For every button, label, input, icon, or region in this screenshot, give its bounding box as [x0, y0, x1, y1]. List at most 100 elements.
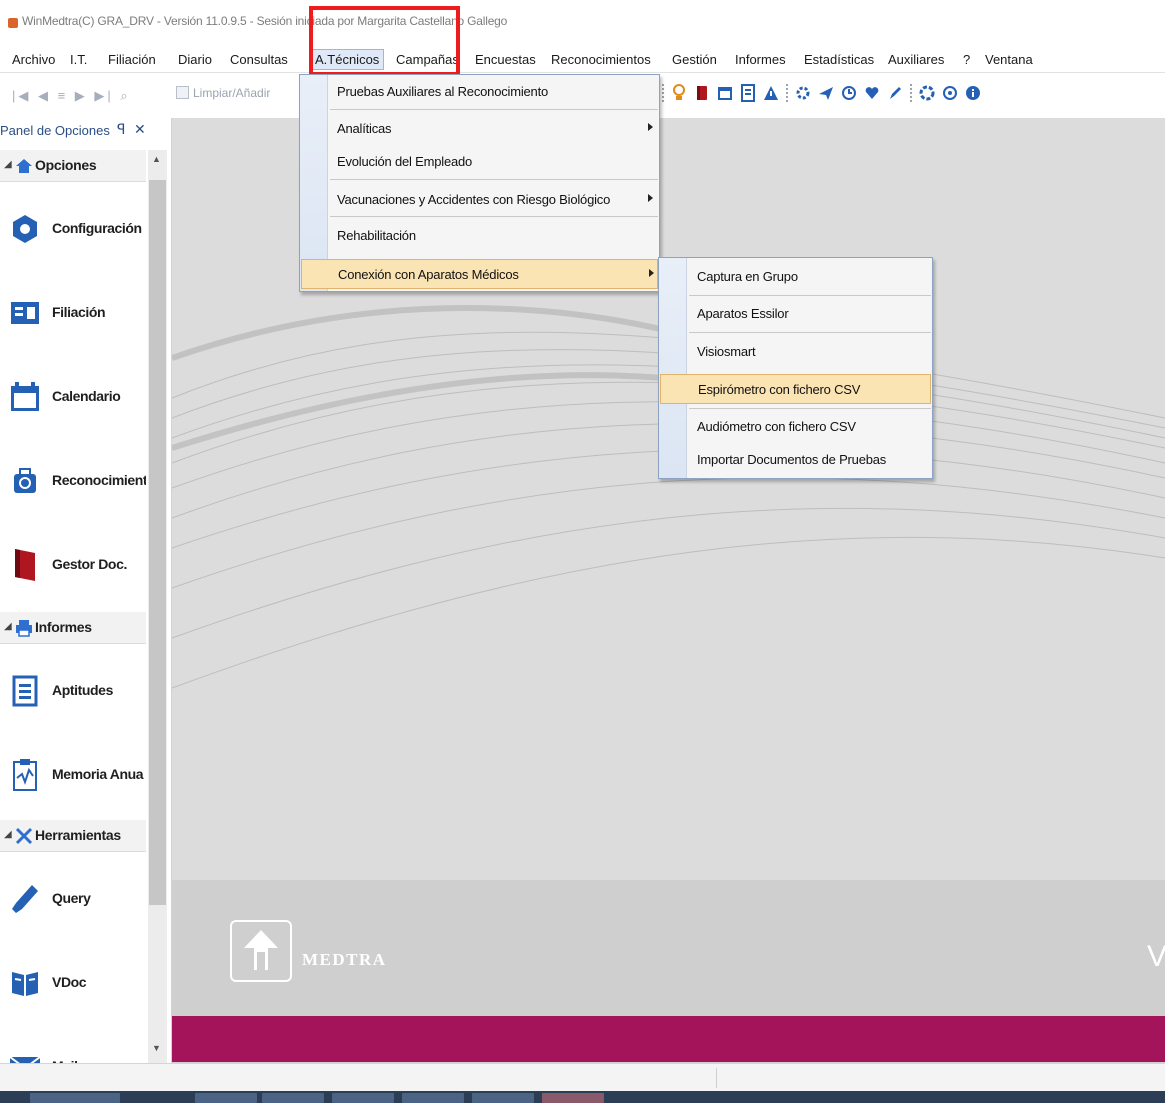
menu-item-aparatos-essilor[interactable]: Aparatos Essilor	[689, 299, 931, 329]
sidebar-scrollbar[interactable]: ▲ ▼	[148, 150, 167, 1070]
scroll-down-icon[interactable]: ▼	[152, 1043, 161, 1053]
menu-it[interactable]: I.T.	[70, 49, 87, 70]
section-informes[interactable]: ◢ Informes	[0, 612, 146, 644]
sidebar-item-filiacion[interactable]: Filiación	[0, 278, 146, 348]
menu-ventana[interactable]: Ventana	[985, 49, 1033, 70]
pin-icon[interactable]: ꟼ	[117, 121, 125, 138]
record-navigation-buttons[interactable]: |◀ ◀ ≡ ▶ ▶| ⌕	[12, 88, 131, 104]
taskbar-button[interactable]	[402, 1093, 464, 1103]
taskbar-button[interactable]	[472, 1093, 534, 1103]
menu-separator	[330, 216, 658, 217]
taskbar-button-active[interactable]	[542, 1093, 604, 1103]
sidebar-item-gestor-doc[interactable]: Gestor Doc.	[0, 530, 146, 600]
sidebar-item-calendario[interactable]: Calendario	[0, 362, 146, 432]
toolbar-icons	[662, 84, 981, 102]
document-icon	[8, 672, 42, 710]
sidebar-item-aptitudes[interactable]: Aptitudes	[0, 656, 146, 726]
menu-filiacion[interactable]: Filiación	[108, 49, 156, 70]
warning-icon[interactable]	[763, 84, 779, 102]
status-separator	[716, 1068, 717, 1088]
menu-separator	[689, 332, 931, 333]
title-bar: WinMedtra(C) GRA_DRV - Versión 11.0.9.5 …	[0, 0, 1165, 42]
menu-estadisticas[interactable]: Estadísticas	[804, 49, 874, 70]
calendar-icon[interactable]	[717, 84, 733, 102]
menu-item-rehabilitacion[interactable]: Rehabilitación	[330, 221, 658, 251]
info-icon[interactable]	[965, 84, 981, 102]
clear-icon	[176, 86, 189, 99]
form-icon[interactable]	[740, 84, 756, 102]
sidebar-item-query[interactable]: Query	[0, 864, 146, 934]
sidebar-item-label: Memoria Anua	[52, 766, 144, 782]
home-icon	[15, 157, 33, 175]
taskbar-button[interactable]	[195, 1093, 257, 1103]
menu-item-espirometro-csv[interactable]: Espirómetro con fichero CSV	[660, 374, 931, 404]
clock-icon[interactable]	[841, 84, 857, 102]
menu-informes[interactable]: Informes	[735, 49, 786, 70]
menu-diario[interactable]: Diario	[178, 49, 212, 70]
app-icon	[8, 18, 18, 28]
menu-item-analiticas[interactable]: Analíticas	[330, 114, 658, 144]
aparatos-submenu: Captura en Grupo Aparatos Essilor Visios…	[658, 257, 933, 479]
sidebar-item-vdoc[interactable]: VDoc	[0, 948, 146, 1018]
menu-item-label: Rehabilitación	[337, 228, 416, 243]
menu-item-conexion-aparatos[interactable]: Conexión con Aparatos Médicos	[301, 259, 658, 289]
menu-item-label: Audiómetro con fichero CSV	[697, 419, 856, 434]
send-icon[interactable]	[818, 84, 834, 102]
menu-item-visiosmart[interactable]: Visiosmart	[689, 337, 931, 367]
scrollbar-thumb[interactable]	[149, 180, 166, 905]
section-herramientas[interactable]: ◢ Herramientas	[0, 820, 146, 852]
report-chart-icon	[8, 756, 42, 794]
status-bar	[0, 1063, 1165, 1091]
heart-icon[interactable]	[864, 84, 880, 102]
pen-icon[interactable]	[887, 84, 903, 102]
menu-item-importar-documentos[interactable]: Importar Documentos de Pruebas	[689, 445, 931, 475]
menu-item-evolucion-empleado[interactable]: Evolución del Empleado	[330, 147, 658, 177]
lifebuoy-icon[interactable]	[919, 84, 935, 102]
wrench-icon	[8, 880, 42, 918]
book-icon	[8, 546, 42, 584]
sidebar-item-reconocimientos[interactable]: Reconocimient	[0, 446, 146, 516]
tecnicos-menu: Pruebas Auxiliares al Reconocimiento Ana…	[299, 74, 660, 292]
menu-item-vacunaciones[interactable]: Vacunaciones y Accidentes con Riesgo Bio…	[330, 185, 658, 215]
book-red-icon[interactable]	[694, 84, 710, 102]
menu-archivo[interactable]: Archivo	[12, 49, 55, 70]
section-opciones[interactable]: ◢ Opciones	[0, 150, 146, 182]
menu-gestion[interactable]: Gestión	[672, 49, 717, 70]
chevron-icon: ◢	[4, 621, 12, 632]
section-label: Herramientas	[35, 827, 121, 843]
calendar-icon	[8, 378, 42, 416]
close-icon[interactable]: ✕	[134, 121, 146, 138]
taskbar-button[interactable]	[332, 1093, 394, 1103]
taskbar-button[interactable]	[262, 1093, 324, 1103]
menu-item-captura-grupo[interactable]: Captura en Grupo	[689, 262, 931, 292]
menu-item-audiometro-csv[interactable]: Audiómetro con fichero CSV	[689, 412, 931, 442]
support-icon[interactable]	[942, 84, 958, 102]
menu-reconocimientos[interactable]: Reconocimientos	[551, 49, 651, 70]
submenu-arrow-icon	[648, 194, 653, 202]
chevron-icon: ◢	[4, 829, 12, 840]
menu-separator	[689, 295, 931, 296]
book-open-icon	[8, 964, 42, 1002]
medical-bag-icon	[8, 462, 42, 500]
printer-icon	[15, 619, 33, 637]
sidebar-item-configuracion[interactable]: Configuración	[0, 194, 146, 264]
taskbar-button[interactable]	[30, 1093, 120, 1103]
sidebar-item-label: Calendario	[52, 388, 121, 404]
options-panel-header: Panel de Opciones ꟼ ✕	[0, 118, 171, 144]
sidebar-item-label: Configuración	[52, 220, 142, 236]
scroll-up-icon[interactable]: ▲	[152, 154, 161, 164]
menu-item-pruebas-auxiliares[interactable]: Pruebas Auxiliares al Reconocimiento	[330, 77, 658, 107]
menu-consultas[interactable]: Consultas	[230, 49, 288, 70]
settings-icon[interactable]	[795, 84, 811, 102]
section-label: Informes	[35, 619, 92, 635]
menu-bar: Archivo I.T. Filiación Diario Consultas …	[0, 45, 1165, 73]
menu-help[interactable]: ?	[963, 49, 970, 70]
menu-auxiliares[interactable]: Auxiliares	[888, 49, 944, 70]
sidebar-item-memoria-anual[interactable]: Memoria Anua	[0, 740, 146, 810]
menu-encuestas[interactable]: Encuestas	[475, 49, 536, 70]
menu-separator	[330, 179, 658, 180]
submenu-arrow-icon	[649, 269, 654, 277]
clear-add-button[interactable]: Limpiar/Añadir	[176, 86, 270, 100]
section-label: Opciones	[35, 157, 97, 173]
lightbulb-icon[interactable]	[671, 84, 687, 102]
